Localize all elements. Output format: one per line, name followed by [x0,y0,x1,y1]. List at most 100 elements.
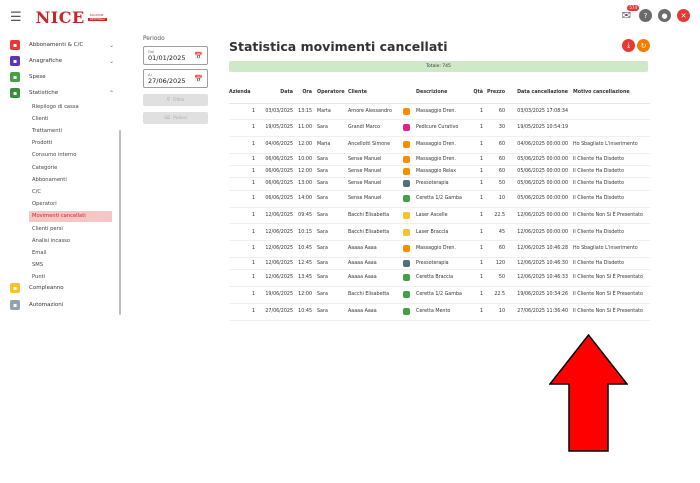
cell-ora: 12:00 [293,136,312,154]
user-icon[interactable]: ● [658,9,671,22]
col-azienda[interactable]: Azienda [229,82,255,104]
table-row[interactable]: 1 06/06/2025 12:00 Sara Sense Manuel Massaggi… [229,165,650,179]
sidebar-subitem[interactable]: Categorie [29,162,112,173]
col-operatore[interactable]: Operatore [312,82,348,104]
table-row[interactable]: 1 06/06/2025 13:00 Sara Sense Manuel Pressote… [229,177,650,191]
top-bar: ☰ NICE SOLUZIONI GESTIONALI ✉ 574 ? ● ✕ [0,0,700,34]
sidebar-subitem[interactable]: Consumo interno [29,150,112,161]
table-row[interactable]: 1 12/06/2025 13:45 Sara Aaaaa Aaaa Ceretta Br… [229,269,650,288]
col-data[interactable]: Data [255,82,293,104]
cell-data-cancellazione: 19/06/2025 10:34:26 [509,286,568,304]
sidebar-subitem[interactable]: Abbonamenti [29,174,112,185]
table-row[interactable]: 1 19/06/2025 12:00 Sara Bacchi Elisabetta Cer… [229,286,650,304]
cell-motivo: Il Cliente Ha Disdetto [568,177,650,191]
cell-color [396,190,416,208]
table-row[interactable]: 1 06/06/2025 10:00 Sara Sense Manuel Massaggi… [229,153,650,167]
cell-azienda: 1 [229,165,255,179]
chat-icon[interactable]: ✉ 574 [620,5,639,22]
cell-data: 06/06/2025 [255,165,293,179]
sidebar-subitem[interactable]: Clienti [29,113,112,124]
euro-icon: ▪ [10,72,20,82]
calendar-icon[interactable]: 📅 [194,75,203,83]
sidebar-item[interactable]: ▪ Compleanno [10,281,114,295]
cell-ora: 12:00 [293,286,312,304]
help-icon[interactable]: ? [639,9,652,22]
table-row[interactable]: 1 12/06/2025 12:45 Sara Aaaaa Aaaa Pressotera… [229,257,650,271]
date-from-field[interactable]: Dal 01/01/2025 📅 [143,46,208,65]
cell-color [396,103,416,121]
table-row[interactable]: 1 12/06/2025 10:15 Sara Bacchi Elisabetta Las… [229,223,650,242]
power-icon[interactable]: ✕ [677,9,690,22]
sidebar-item[interactable]: ▪ Anagrafiche ⌄ [10,54,114,68]
cell-operatore: Sara [312,303,348,321]
col-motivo[interactable]: Motivo cancellazione [568,82,650,104]
col-cliente[interactable]: Cliente [348,82,396,104]
col-prezzo[interactable]: Prezzo [483,82,509,104]
sidebar-subitem[interactable]: C/C [29,186,112,197]
sidebar-subitem[interactable]: Clienti persi [29,223,112,234]
sidebar-subitem[interactable]: Email [29,247,112,258]
col-descrizione[interactable]: Descrizione [416,82,466,104]
table-row[interactable]: 1 04/06/2025 12:00 Maria Ancellotti Simone Ma… [229,136,650,154]
date-to-field[interactable]: Al 27/06/2025 📅 [143,69,208,88]
cell-qta: 1 [466,286,483,304]
download-icon[interactable]: ⤓ [622,39,635,52]
export-icon[interactable]: ↻ [637,39,650,52]
cell-data-cancellazione: 12/06/2025 00:00:00 [509,207,568,225]
chevron-icon[interactable]: ⌄ [109,42,114,49]
cell-cliente: Arnore Alessandro [348,103,396,121]
page-title: Statistica movimenti cancellati [229,39,448,54]
table-row[interactable]: 1 12/06/2025 10:45 Sara Aaaaa Aaaa Massaggio … [229,240,650,258]
sidebar-subitem[interactable]: Movimenti cancellati [29,210,112,222]
color-swatch [402,141,410,149]
cell-prezzo: 50 [483,269,509,288]
cancelled-movements-table: Azienda Data Ora Operatore Cliente Descr… [229,82,650,321]
chevron-icon[interactable]: ⌄ [109,58,114,65]
sidebar-item[interactable]: ▪ Abbonamenti & C/C ⌄ [10,38,114,52]
cell-qta: 1 [466,119,483,138]
sidebar-subitem[interactable]: Operatori [29,199,112,210]
cell-color [396,303,416,321]
cell-ora: 12:45 [293,257,312,271]
filter-button[interactable]: ∇ Filtra [143,94,208,106]
sidebar-item[interactable]: ▪ Automazioni [10,298,114,312]
calendar-icon[interactable]: 📅 [194,52,203,60]
sidebar-subitem[interactable]: Prodotti [29,138,112,149]
cell-data: 12/06/2025 [255,207,293,225]
table-row[interactable]: 1 03/03/2025 13:15 Marta Arnore Alessandro Ma… [229,103,650,121]
total-bar: Totale: 745 [229,61,648,72]
col-data-cancellazione[interactable]: Data cancellazione [509,82,568,104]
chevron-icon[interactable]: ⌃ [109,90,114,97]
col-ora[interactable]: Ora [293,82,312,104]
table-row[interactable]: 1 27/06/2025 10:45 Sara Aaaaa Aaaa Ceretta Me… [229,303,650,321]
cell-prezzo: 60 [483,136,509,154]
sidebar-subitem[interactable]: Trattamenti [29,125,112,136]
cell-qta: 1 [466,269,483,288]
sidebar-scrollbar[interactable] [119,130,121,315]
cell-descrizione: Ceretta 1/2 Gamba [416,286,466,304]
sidebar-subitem[interactable]: Analisi incasso [29,235,112,246]
color-swatch [402,180,410,188]
sidebar-subitem[interactable]: Riepilogo di cassa [29,101,112,112]
cell-azienda: 1 [229,119,255,138]
sidebar-item[interactable]: ▪ Statistiche ⌃ [10,86,114,100]
cell-azienda: 1 [229,177,255,191]
table-row[interactable]: 1 12/06/2025 09:45 Sara Bacchi Elisabetta Las… [229,207,650,225]
cell-data-cancellazione: 12/06/2025 10:46:33 [509,269,568,288]
cell-motivo: Il Cliente Ha Disdetto [568,257,650,271]
sidebar-item[interactable]: ▪ Spese [10,70,114,84]
table-row[interactable]: 1 19/05/2025 11:00 Sara Grandi Marco Pedicure… [229,119,650,138]
clear-button[interactable]: ⌫ Pulisci [143,112,208,124]
cell-ora: 12:00 [293,165,312,179]
table-row[interactable]: 1 06/06/2025 14:00 Sara Sense Manuel Ceretta … [229,190,650,208]
cell-color [396,257,416,271]
logo[interactable]: NICE [36,8,85,27]
logo-sub-line-2: GESTIONALI [87,17,107,21]
hamburger-icon[interactable]: ☰ [10,11,22,24]
col-qta[interactable]: Qtà [466,82,483,104]
cell-motivo: Ho Sbagliato L'inserimento [568,136,650,154]
cell-data-cancellazione: 05/06/2025 00:00:00 [509,190,568,208]
sidebar-subitem[interactable]: SMS [29,260,112,271]
cell-color [396,269,416,288]
sidebar-item-label: Abbonamenti & C/C [29,42,84,48]
